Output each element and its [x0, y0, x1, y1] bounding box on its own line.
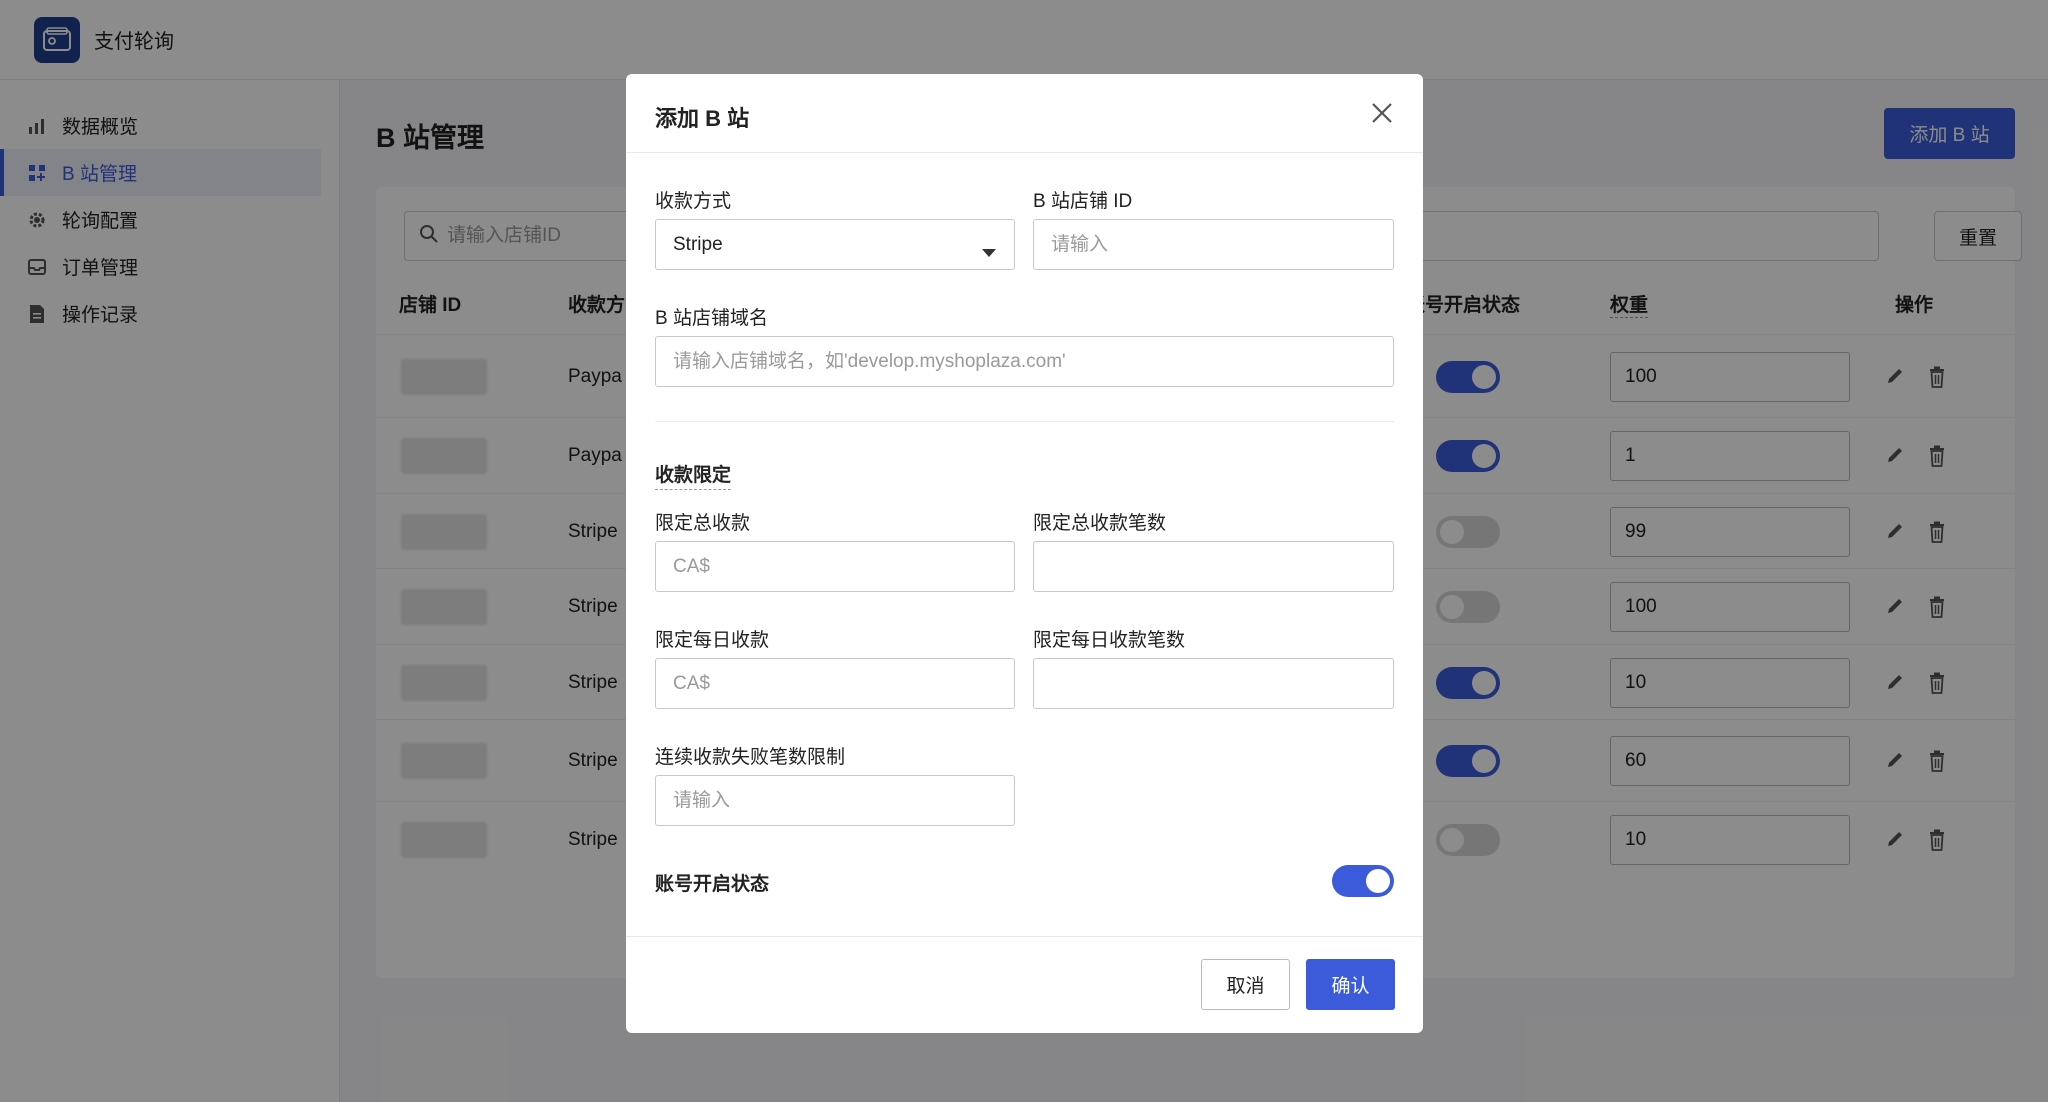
- payment-method-value: Stripe: [673, 233, 723, 255]
- shop-domain-field[interactable]: [655, 336, 1394, 387]
- account-status-toggle[interactable]: [1332, 865, 1394, 897]
- daily-amount-input[interactable]: [673, 672, 1014, 695]
- payment-method-select[interactable]: Stripe: [655, 219, 1015, 270]
- modal-header: 添加 B 站: [626, 74, 1423, 153]
- fail-limit-label: 连续收款失败笔数限制: [655, 747, 846, 768]
- total-amount-field[interactable]: [655, 541, 1015, 592]
- shop-domain-label: B 站店铺域名: [655, 308, 768, 329]
- shop-domain-input[interactable]: [673, 350, 1393, 373]
- caret-down-icon: [982, 241, 996, 263]
- add-b-site-modal: 添加 B 站 收款方式 Stripe B 站店铺 ID B 站店铺域名 收款限定…: [626, 74, 1423, 1033]
- account-status-label: 账号开启状态: [655, 874, 770, 895]
- confirm-button[interactable]: 确认: [1306, 959, 1395, 1010]
- toggle-knob: [1366, 869, 1390, 893]
- limit-section-title: 收款限定: [655, 460, 732, 490]
- shop-id-label: B 站店铺 ID: [1033, 191, 1133, 212]
- fail-limit-field[interactable]: [655, 775, 1015, 826]
- daily-count-input[interactable]: [1051, 672, 1393, 695]
- section-divider: [655, 421, 1394, 422]
- close-icon[interactable]: [1367, 98, 1397, 128]
- total-amount-input[interactable]: [673, 555, 1014, 578]
- payment-method-label: 收款方式: [655, 191, 732, 212]
- modal-footer: 取消 确认: [626, 936, 1423, 1033]
- total-count-input[interactable]: [1051, 555, 1393, 578]
- cancel-button[interactable]: 取消: [1201, 959, 1290, 1010]
- total-amount-label: 限定总收款: [655, 513, 751, 534]
- shop-id-field[interactable]: [1033, 219, 1394, 270]
- daily-amount-label: 限定每日收款: [655, 630, 770, 651]
- daily-count-field[interactable]: [1033, 658, 1394, 709]
- daily-count-label: 限定每日收款笔数: [1033, 630, 1186, 651]
- modal-title: 添加 B 站: [655, 106, 750, 131]
- total-count-label: 限定总收款笔数: [1033, 513, 1167, 534]
- total-count-field[interactable]: [1033, 541, 1394, 592]
- app-root: 支付轮询 数据概览 B 站管理 轮询配置 订单管理 操作记录 B 站管理 添加 …: [0, 0, 2048, 1102]
- shop-id-input[interactable]: [1051, 233, 1393, 256]
- daily-amount-field[interactable]: [655, 658, 1015, 709]
- fail-limit-input[interactable]: [673, 789, 1014, 812]
